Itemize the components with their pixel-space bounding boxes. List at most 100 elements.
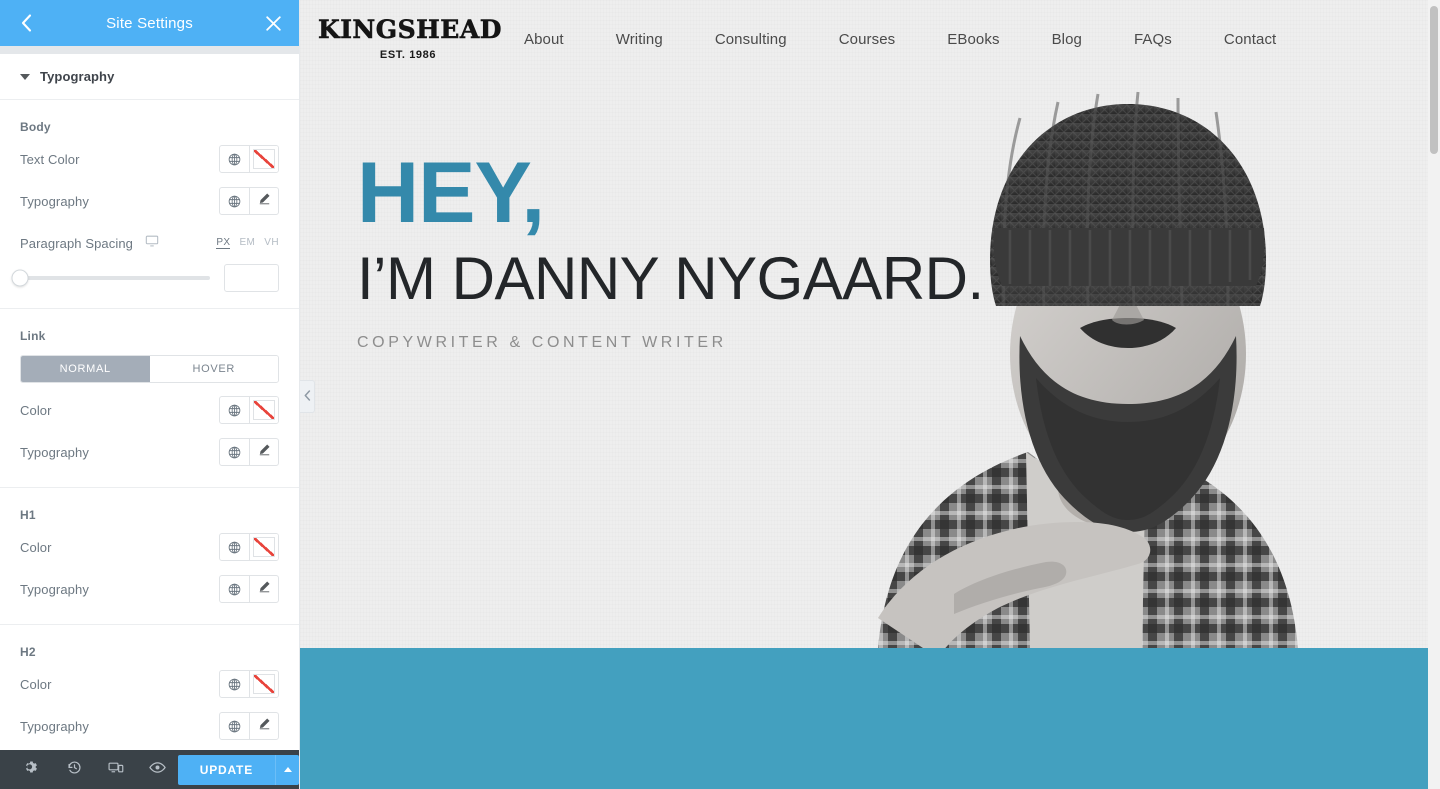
link-state-tabs: NORMAL HOVER [20,355,279,383]
hero-name-heading: I’M DANNY NYGAARD. [357,245,984,313]
globe-icon [228,678,241,691]
globe-icon [228,195,241,208]
hero-tagline: COPYWRITER & CONTENT WRITER [357,334,727,352]
globe-icon [228,153,241,166]
typography-edit-button[interactable] [249,576,278,602]
update-button-group: UPDATE [177,754,299,785]
typography-edit-button[interactable] [249,188,278,214]
control-row-h1-color: Color [20,526,279,568]
panel-title: Site Settings [106,14,193,32]
control-row-h2-color: Color [20,663,279,705]
globe-icon [228,541,241,554]
globe-icon-button[interactable] [220,146,249,172]
color-swatch-none[interactable] [249,534,278,560]
color-control-buttons [219,533,279,561]
typography-control-buttons [219,712,279,740]
control-label: Typography [20,444,89,460]
update-options-button[interactable] [275,754,299,785]
preview-canvas[interactable]: KINGSHEAD EST. 1986 About Writing Consul… [300,0,1440,789]
group-h1: H1 Color Typography [0,488,299,625]
logo-wordmark: KINGSHEAD [318,15,502,44]
globe-icon-button[interactable] [220,397,249,423]
typography-control-buttons [219,438,279,466]
unit-vh[interactable]: VH [264,237,279,248]
nav-item-about[interactable]: About [498,31,590,48]
typography-edit-button[interactable] [249,439,278,465]
nav-item-faqs[interactable]: FAQs [1108,31,1198,48]
gear-icon [25,760,40,780]
globe-icon-button[interactable] [220,576,249,602]
responsive-mode-button[interactable] [95,750,136,789]
unit-px[interactable]: PX [216,237,231,249]
group-link: Link NORMAL HOVER Color Typography [0,309,299,488]
control-label: Typography [20,193,89,209]
responsive-icon [108,760,124,780]
section-header-typography[interactable]: Typography [0,54,299,100]
triangle-down-icon [20,73,30,80]
color-swatch-none[interactable] [249,671,278,697]
globe-icon-button[interactable] [220,188,249,214]
tab-hover[interactable]: HOVER [149,356,278,382]
pencil-icon [258,717,271,735]
logo-established: EST. 1986 [379,49,437,61]
site-logo[interactable]: KINGSHEAD EST. 1986 [318,15,502,61]
group-label-link: Link [20,329,46,343]
nav-item-contact[interactable]: Contact [1198,31,1302,48]
tab-normal[interactable]: NORMAL [21,356,150,382]
unit-selector: PX EM VH [216,237,279,249]
control-label: Paragraph Spacing [20,235,133,251]
site-nav-menu: About Writing Consulting Courses EBooks … [498,31,1302,48]
globe-icon-button[interactable] [220,713,249,739]
control-label: Color [20,402,52,418]
site-header: KINGSHEAD EST. 1986 About Writing Consul… [300,0,1428,78]
nav-item-blog[interactable]: Blog [1026,31,1108,48]
control-label: Color [20,539,52,555]
color-swatch-none[interactable] [249,146,278,172]
globe-icon-button[interactable] [220,671,249,697]
group-label-h1: H1 [20,508,36,522]
group-label-h2: H2 [20,645,36,659]
settings-button[interactable] [12,750,53,789]
panel-subbar [0,46,299,54]
nav-item-writing[interactable]: Writing [590,31,689,48]
typography-control-buttons [219,187,279,215]
color-control-buttons [219,145,279,173]
paragraph-spacing-slider[interactable] [11,269,210,287]
site-settings-panel: Site Settings Typography Body Text Color [0,0,300,789]
preview-scrollbar[interactable] [1428,0,1440,789]
nav-item-courses[interactable]: Courses [813,31,922,48]
control-label: Color [20,676,52,692]
globe-icon-button[interactable] [220,439,249,465]
nav-item-ebooks[interactable]: EBooks [921,31,1025,48]
control-row-h1-typography: Typography [20,568,279,610]
control-label: Text Color [20,151,80,167]
paragraph-spacing-input[interactable] [224,264,279,292]
close-button[interactable] [261,11,285,35]
revision-history-button[interactable] [53,750,94,789]
chevron-left-icon [304,388,311,406]
site-preview: KINGSHEAD EST. 1986 About Writing Consul… [300,0,1428,789]
globe-icon-button[interactable] [220,534,249,560]
pencil-icon [258,443,271,461]
group-h2: H2 Color Typography [0,625,299,750]
nav-item-consulting[interactable]: Consulting [689,31,813,48]
unit-em[interactable]: EM [239,237,255,248]
panel-footer-toolbar: UPDATE [0,750,299,789]
caret-up-icon [283,767,292,772]
panel-body[interactable]: Typography Body Text Color Typography Pa… [0,54,299,750]
scrollbar-thumb[interactable] [1430,6,1438,154]
preview-changes-button[interactable] [136,750,177,789]
group-body: Body Text Color Typography Paragraph Spa… [0,100,299,309]
elementor-editor: Site Settings Typography Body Text Color [0,0,1440,789]
back-button[interactable] [14,11,38,35]
section-title-label: Typography [40,69,115,84]
desktop-icon[interactable] [145,234,159,253]
panel-collapse-handle[interactable] [300,380,315,413]
color-swatch-none[interactable] [249,397,278,423]
typography-edit-button[interactable] [249,713,278,739]
slider-knob[interactable] [11,269,29,287]
control-row-paragraph-spacing: Paragraph Spacing PX EM VH [20,222,279,264]
control-row-link-color: Color [20,389,279,431]
pencil-icon [258,580,271,598]
update-button[interactable]: UPDATE [177,754,275,785]
